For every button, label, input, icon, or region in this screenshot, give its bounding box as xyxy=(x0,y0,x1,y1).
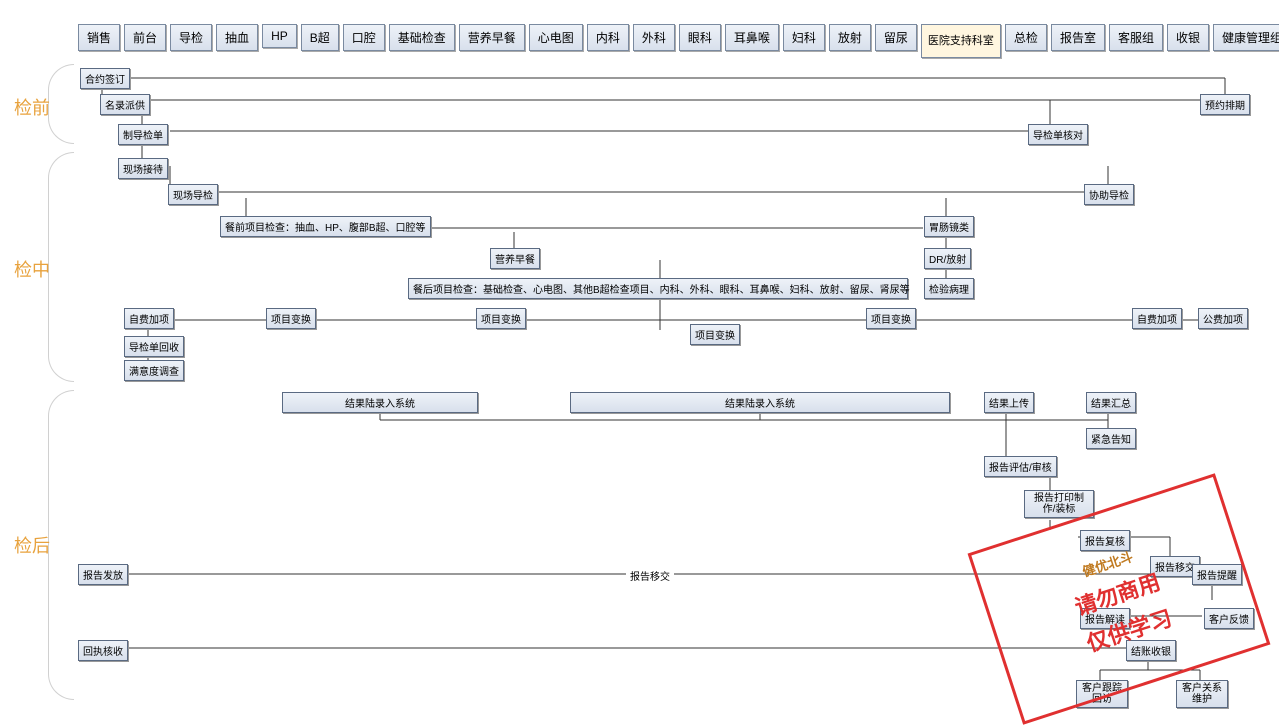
node-change-3: 项目变换 xyxy=(690,324,740,345)
hdr-btn-internal[interactable]: 内科 xyxy=(587,24,629,51)
hdr-btn-hospital-support[interactable]: 医院支持科室 xyxy=(921,24,1001,58)
node-self-pay-add-left: 自费加项 xyxy=(124,308,174,329)
hdr-btn-front[interactable]: 前台 xyxy=(124,24,166,51)
phase-label-pre: 检前 xyxy=(14,94,50,120)
node-result-entry-1: 结果陆录入系统 xyxy=(282,392,478,413)
node-change-4: 项目变换 xyxy=(866,308,916,329)
node-guide-sheet-collect: 导检单回收 xyxy=(124,336,184,357)
node-satisfaction-survey: 满意度调查 xyxy=(124,360,184,381)
node-appointment-schedule: 预约排期 xyxy=(1200,94,1250,115)
node-gi-endoscopy: 胃肠镜类 xyxy=(924,216,974,237)
node-settle-cashier: 结账收银 xyxy=(1126,640,1176,661)
node-report-review: 报告评估/审核 xyxy=(984,456,1057,477)
node-roster-supply: 名录派供 xyxy=(100,94,150,115)
node-urgent-notify: 紧急告知 xyxy=(1086,428,1136,449)
department-header: 销售 前台 导检 抽血 HP B超 口腔 基础检查 营养早餐 心电图 内科 外科… xyxy=(78,24,1279,58)
node-report-recheck: 报告复核 xyxy=(1080,530,1130,551)
hdr-btn-cashier[interactable]: 收银 xyxy=(1167,24,1209,51)
node-report-interpret: 报告解读 xyxy=(1080,608,1130,629)
hdr-btn-health-mgmt[interactable]: 健康管理组 xyxy=(1213,24,1279,51)
node-contract-sign: 合约签订 xyxy=(80,68,130,89)
node-breakfast: 营养早餐 xyxy=(490,248,540,269)
node-make-guide-sheet: 制导检单 xyxy=(118,124,168,145)
node-corp-pay-add: 公费加项 xyxy=(1198,308,1248,329)
phase-arc-post xyxy=(48,390,74,700)
phase-label-post: 检后 xyxy=(14,532,50,558)
node-report-handover-label: 报告移交 xyxy=(626,566,674,585)
node-assist-guide: 协助导检 xyxy=(1084,184,1134,205)
hdr-btn-ecg[interactable]: 心电图 xyxy=(529,24,583,51)
hdr-btn-hp[interactable]: HP xyxy=(262,24,297,48)
hdr-btn-general[interactable]: 总检 xyxy=(1005,24,1047,51)
hdr-btn-ent[interactable]: 耳鼻喉 xyxy=(725,24,779,51)
hdr-btn-guide[interactable]: 导检 xyxy=(170,24,212,51)
phase-label-mid: 检中 xyxy=(14,256,50,282)
node-pre-meal-checks: 餐前项目检查：抽血、HP、腹部B超、口腔等 xyxy=(220,216,431,237)
hdr-btn-radio[interactable]: 放射 xyxy=(829,24,871,51)
hdr-btn-service[interactable]: 客服组 xyxy=(1109,24,1163,51)
node-report-remind: 报告提醒 xyxy=(1192,564,1242,585)
node-onsite-reception: 现场接待 xyxy=(118,158,168,179)
hdr-btn-eye[interactable]: 眼科 xyxy=(679,24,721,51)
hdr-btn-sales[interactable]: 销售 xyxy=(78,24,120,51)
phase-arc-mid xyxy=(48,152,74,382)
node-change-1: 项目变换 xyxy=(266,308,316,329)
node-customer-feedback: 客户反馈 xyxy=(1204,608,1254,629)
node-report-issue: 报告发放 xyxy=(78,564,128,585)
node-lab-pathology: 检验病理 xyxy=(924,278,974,299)
phase-arc-pre xyxy=(48,64,74,144)
node-post-meal-checks: 餐后项目检查：基础检查、心电图、其他B超检查项目、内科、外科、眼科、耳鼻喉、妇科… xyxy=(408,278,908,299)
node-onsite-guide: 现场导检 xyxy=(168,184,218,205)
node-result-entry-2: 结果陆录入系统 xyxy=(570,392,950,413)
hdr-btn-gyn[interactable]: 妇科 xyxy=(783,24,825,51)
node-change-2: 项目变换 xyxy=(476,308,526,329)
node-self-pay-add-right: 自费加项 xyxy=(1132,308,1182,329)
hdr-btn-breakfast[interactable]: 营养早餐 xyxy=(459,24,525,51)
node-verify-guide-sheet: 导检单核对 xyxy=(1028,124,1088,145)
node-follow-up: 客户跟踪回访 xyxy=(1076,680,1128,708)
hdr-btn-surgery[interactable]: 外科 xyxy=(633,24,675,51)
node-receipt-collect: 回执核收 xyxy=(78,640,128,661)
hdr-btn-blood[interactable]: 抽血 xyxy=(216,24,258,51)
node-result-summary: 结果汇总 xyxy=(1086,392,1136,413)
hdr-btn-basic[interactable]: 基础检查 xyxy=(389,24,455,51)
node-report-print: 报告打印制作/装标 xyxy=(1024,490,1094,518)
node-crm-maintain: 客户关系维护 xyxy=(1176,680,1228,708)
hdr-btn-dental[interactable]: 口腔 xyxy=(343,24,385,51)
node-dr-radio: DR/放射 xyxy=(924,248,971,269)
hdr-btn-urine[interactable]: 留尿 xyxy=(875,24,917,51)
hdr-btn-report[interactable]: 报告室 xyxy=(1051,24,1105,51)
node-result-upload: 结果上传 xyxy=(984,392,1034,413)
hdr-btn-bscan[interactable]: B超 xyxy=(301,24,339,51)
